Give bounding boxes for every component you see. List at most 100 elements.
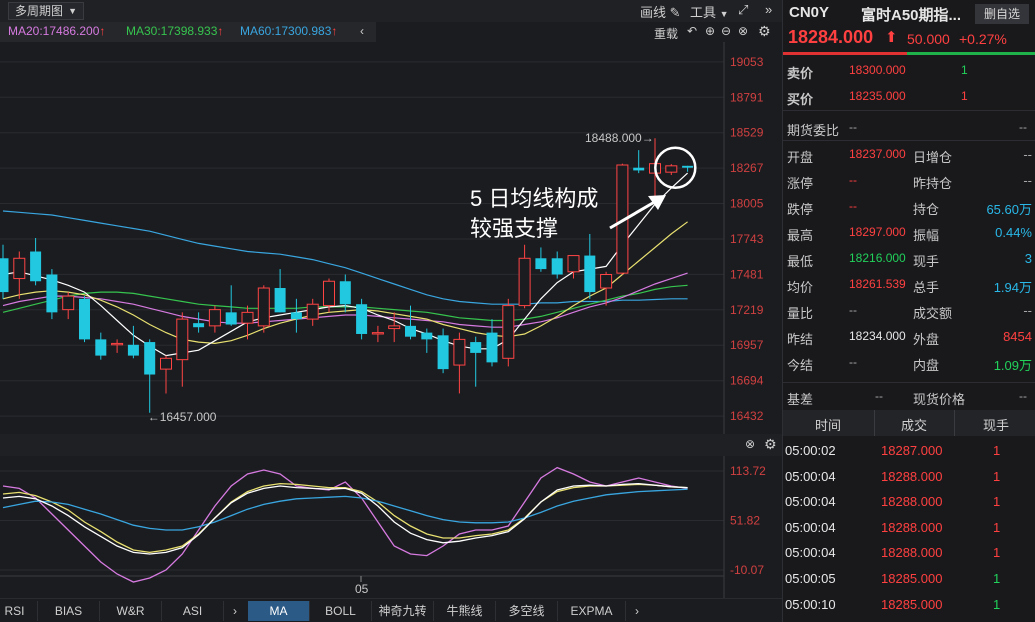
expand-icon[interactable]: ⤢	[738, 2, 748, 18]
trades-list: 05:00:02 18287.000 1 05:00:04 18288.000 1 05:0…	[783, 438, 1035, 622]
candle-body	[225, 312, 237, 325]
arrow-up-icon: ↑	[217, 24, 224, 38]
candle-body	[46, 274, 58, 313]
candle-body	[682, 165, 694, 168]
stat-label: 昨结	[787, 332, 814, 347]
stat-label: 开盘	[787, 150, 814, 165]
candle-body	[600, 273, 613, 289]
candle-body	[470, 342, 482, 353]
stat-label: 今结	[787, 358, 814, 373]
divider	[783, 140, 1035, 141]
y-tick-label: 18005	[730, 197, 764, 211]
trade-time: 05:00:04	[785, 468, 836, 484]
gear-icon[interactable]: ⚙	[758, 23, 771, 40]
stat-label: 持仓	[913, 202, 940, 217]
arrow-up-icon: ↑	[331, 24, 338, 38]
chevron-left-icon[interactable]: ‹	[360, 24, 364, 38]
trade-vol: 1	[993, 519, 1001, 535]
chevron-right-icon[interactable]: ›	[224, 601, 246, 621]
quote-header: CN0Y 富时A50期指... 删自选	[783, 0, 1035, 28]
y-tick-label: 51.82	[730, 514, 760, 528]
stat-label: 昨持仓	[913, 176, 953, 191]
ma60-value: MA60:17300.983	[240, 24, 332, 38]
draw-line-button[interactable]: 画线 ✎	[640, 2, 681, 21]
ma20-legend: MA20:17486.200↑	[8, 24, 105, 38]
reload-button[interactable]: 重载	[654, 25, 678, 42]
y-tick-label: 16432	[730, 409, 764, 423]
period-dropdown[interactable]: 多周期图 ▼	[8, 2, 84, 20]
candle-body	[551, 258, 563, 275]
stat-label: 量比	[787, 306, 814, 321]
bid-ask-ratio-bar-red	[783, 52, 907, 55]
close-icon[interactable]: ⊗	[738, 24, 748, 38]
trade-row: 05:00:05 18285.000 1	[783, 566, 1035, 591]
tab-1[interactable]: BIAS	[38, 601, 100, 621]
candle-body	[257, 287, 270, 327]
stat-value: --	[849, 303, 857, 317]
tab-2[interactable]: W&R	[100, 601, 162, 621]
quote-panel: CN0Y 富时A50期指... 删自选 18284.000 ⬆ 50.000 +…	[782, 0, 1035, 622]
stat-label: 跌停	[787, 202, 814, 217]
y-tick-label: -10.07	[730, 563, 764, 577]
y-tick-label: 16957	[730, 338, 764, 352]
indicator-chart[interactable]: 113.72 51.82 -10.07 05	[0, 456, 782, 598]
stat-label: 最低	[787, 254, 814, 269]
stat-value: --	[849, 199, 857, 213]
stats-grid: 开盘 18237.000 日增仓 -- 涨停 -- 昨持仓 -- 跌停 -- 持仓 65.60万 最高 1…	[783, 146, 1035, 382]
undo-icon[interactable]: ↶	[687, 24, 697, 38]
stat-value: --	[1023, 147, 1032, 162]
candle-body	[518, 257, 531, 307]
trade-price: 18285.000	[881, 596, 943, 612]
tools-menu-button[interactable]: 工具 ▼	[690, 2, 729, 21]
tab-3[interactable]: ASI	[162, 601, 224, 621]
annotation-line2: 较强支撑	[470, 216, 558, 241]
indicator-tabs: RSI BIAS W&R ASI › MA BOLL 神奇九转 牛熊线 多空线 EXPMA ›	[0, 598, 782, 622]
stat-value: 18261.539	[849, 277, 906, 291]
y-tick-label: 18529	[730, 126, 764, 140]
stat-value: 8454	[1003, 329, 1032, 344]
trade-time: 05:00:10	[785, 596, 836, 612]
tab-5[interactable]: BOLL	[310, 601, 372, 621]
bid-volume: 1	[961, 89, 968, 103]
candlestick-chart[interactable]: 19053 18791 18529 18267 18005 17743 17481 17219…	[0, 42, 782, 434]
double-chevron-right-icon[interactable]: »	[765, 2, 772, 17]
ratio-value: --	[849, 120, 857, 134]
tab-0[interactable]: RSI	[0, 601, 38, 621]
tab-8[interactable]: 多空线	[496, 601, 558, 621]
candle-body	[371, 332, 384, 335]
trade-price: 18288.000	[881, 494, 943, 510]
ma-legend-bar: MA20:17486.200↑ MA30:17398.933↑ MA60:173…	[0, 22, 782, 42]
candle-body	[95, 339, 107, 356]
last-price: 18284.000	[788, 27, 874, 47]
tab-6[interactable]: 神奇九转	[372, 601, 434, 621]
candle-body	[193, 323, 205, 328]
gear-icon[interactable]: ⚙	[764, 436, 777, 453]
y-tick-label: 19053	[730, 55, 764, 69]
candle-body	[62, 295, 75, 311]
candle-body	[356, 304, 368, 334]
tab-7[interactable]: 牛熊线	[434, 601, 496, 621]
zoom-in-icon[interactable]: ⊕	[705, 24, 715, 38]
price-change: 50.000	[907, 31, 950, 47]
close-icon[interactable]: ⊗	[745, 437, 755, 451]
candle-body	[665, 165, 678, 173]
stat-label: 总手	[913, 280, 940, 295]
remove-watchlist-button[interactable]: 删自选	[975, 4, 1029, 24]
candle-body	[111, 342, 124, 346]
zoom-out-icon[interactable]: ⊖	[721, 24, 731, 38]
candle-body	[127, 344, 139, 356]
price-row: 18284.000 ⬆ 50.000 +0.27%	[783, 26, 1035, 52]
trade-price: 18285.000	[881, 571, 943, 586]
tab-4[interactable]: MA	[248, 601, 310, 621]
divider	[874, 410, 875, 436]
trade-row: 05:00:04 18288.000 1	[783, 540, 1035, 565]
chevron-right-icon[interactable]: ›	[628, 601, 646, 621]
candle-body	[30, 251, 42, 282]
y-tick-label: 16694	[730, 374, 764, 388]
candle-body	[388, 325, 401, 330]
col-price: 成交	[901, 418, 928, 433]
tab-9[interactable]: EXPMA	[558, 601, 626, 621]
ask-price: 18300.000	[849, 63, 906, 77]
low-price-label: ←16457.000	[148, 410, 217, 424]
y-tick-label: 18791	[730, 90, 764, 104]
